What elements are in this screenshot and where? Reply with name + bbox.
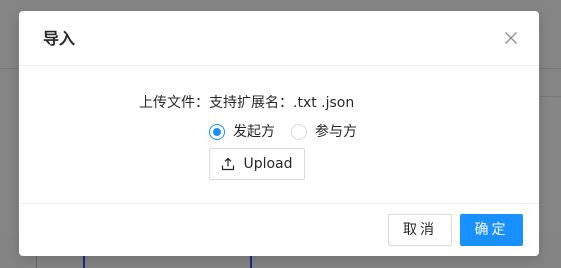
- upload-file-label: 上传文件：支持扩展名：.txt .json: [139, 95, 355, 111]
- ok-button[interactable]: 确定: [460, 214, 523, 246]
- upload-icon: [221, 157, 235, 171]
- close-button[interactable]: [499, 26, 523, 50]
- role-radio-group: 发起方 参与方: [209, 122, 373, 142]
- dialog-body: 上传文件：支持扩展名：.txt .json 发起方 参与方 Upload: [19, 66, 539, 204]
- radio-participant[interactable]: 参与方: [291, 122, 357, 142]
- radio-label: 发起方: [233, 124, 275, 140]
- radio-button-checked[interactable]: [209, 124, 225, 140]
- dialog-header: 导入: [19, 11, 539, 66]
- radio-initiator[interactable]: 发起方: [209, 122, 275, 142]
- close-icon: [499, 26, 523, 50]
- dialog-title: 导入: [43, 29, 76, 48]
- radio-button[interactable]: [291, 124, 307, 140]
- upload-button[interactable]: Upload: [209, 148, 305, 180]
- import-dialog: 导入 上传文件：支持扩展名：.txt .json 发起方 参与方 Upload …: [19, 11, 539, 256]
- cancel-button[interactable]: 取消: [388, 214, 452, 246]
- radio-label: 参与方: [315, 124, 357, 140]
- upload-button-label: Upload: [243, 156, 293, 172]
- dialog-footer: 取消 确定: [19, 203, 539, 256]
